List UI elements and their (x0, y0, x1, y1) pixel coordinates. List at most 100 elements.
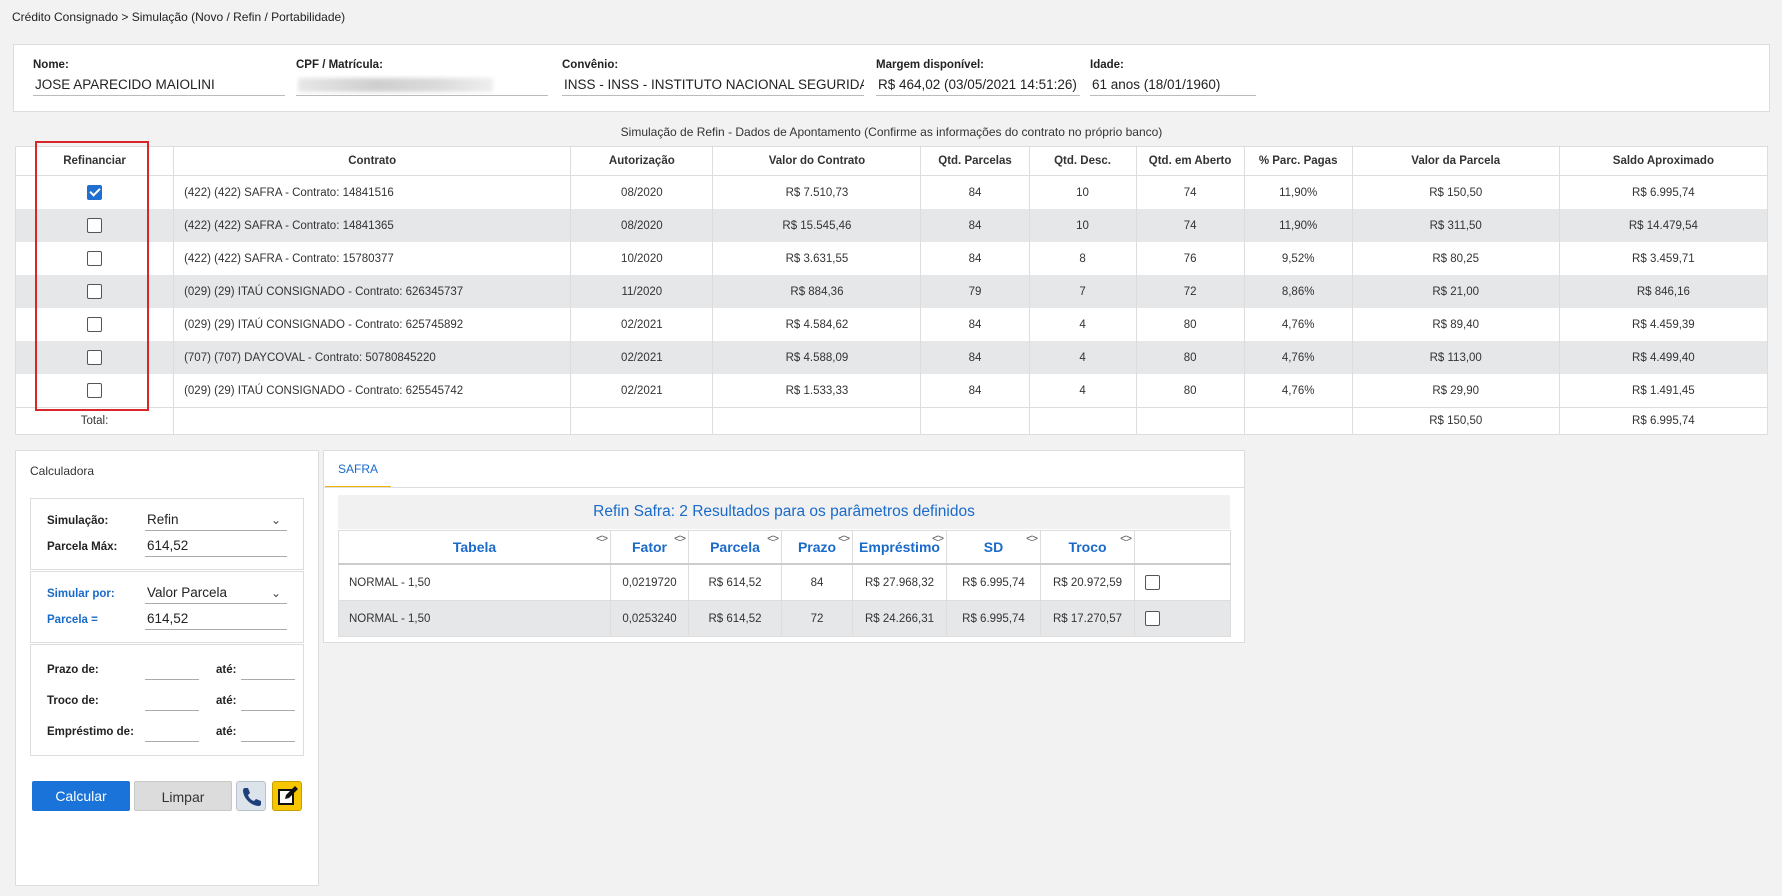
cell-contrato: (422) (422) SAFRA - Contrato: 15780377 (173, 242, 572, 275)
phone-button[interactable] (236, 781, 266, 811)
sort-icon[interactable]: <> (767, 533, 779, 545)
cell-aberto: 80 (1135, 308, 1245, 341)
col-sd[interactable]: SD <> (946, 530, 1041, 565)
cpf-value[interactable] (296, 75, 548, 96)
cpf-label: CPF / Matrícula: (296, 59, 383, 71)
emprestimo-row: Empréstimo de: até: (47, 721, 295, 745)
cell-autorizacao: 11/2020 (570, 275, 714, 308)
refinanciar-checkbox[interactable] (87, 251, 103, 266)
cell-desc: 4 (1028, 374, 1137, 408)
table-row: (422) (422) SAFRA - Contrato: 15780377 10… (14, 242, 1769, 275)
refin-header-row: Refinanciar Contrato Autorização Valor d… (14, 146, 1769, 176)
cell-parcelas: 84 (920, 308, 1030, 341)
col-refinanciar: Refinanciar (14, 146, 175, 176)
cell-contrato: (422) (422) SAFRA - Contrato: 14841516 (173, 175, 572, 209)
simulacao-select[interactable]: Refin ⌄ (145, 509, 287, 531)
tab-divider (324, 487, 1244, 488)
cell-autorizacao: 02/2021 (570, 374, 714, 408)
parcela-max-label: Parcela Máx: (47, 541, 118, 553)
sort-icon[interactable]: <> (838, 533, 850, 545)
col-troco-label: Troco (1068, 539, 1107, 555)
cell-saldo: R$ 4.459,39 (1558, 308, 1769, 341)
parcela-max-row: Parcela Máx: 614,52 (47, 535, 291, 559)
calculator-panel: Calculadora Simulação: Refin ⌄ Parcela M… (15, 450, 319, 886)
simulacao-box: Simulação: Refin ⌄ Parcela Máx: 614,52 (30, 498, 304, 570)
table-row: (029) (29) ITAÚ CONSIGNADO - Contrato: 6… (14, 308, 1769, 341)
cell-valor: R$ 884,36 (712, 275, 922, 308)
emprestimo-ate-input[interactable] (241, 721, 295, 742)
cell-pagas: 11,90% (1243, 209, 1353, 242)
total-empty (570, 407, 714, 435)
refinanciar-checkbox[interactable] (87, 218, 103, 233)
refinanciar-checkbox[interactable] (87, 185, 103, 200)
col-tabela[interactable]: Tabela <> (338, 530, 611, 565)
parcela-eq-input[interactable]: 614,52 (145, 608, 287, 630)
refinanciar-cell (14, 275, 175, 308)
margem-label: Margem disponível: (876, 59, 984, 71)
col-fator-label: Fator (632, 539, 667, 555)
refinanciar-cell (14, 341, 175, 374)
refinanciar-checkbox[interactable] (87, 383, 103, 398)
limpar-button[interactable]: Limpar (134, 781, 232, 811)
refinanciar-checkbox[interactable] (87, 284, 103, 299)
edit-button[interactable] (272, 781, 302, 811)
cell-aberto: 80 (1135, 374, 1245, 408)
sort-icon[interactable]: <> (932, 533, 944, 545)
cpf-field: CPF / Matrícula: (296, 59, 548, 96)
sort-icon[interactable]: <> (1120, 533, 1132, 545)
margem-value[interactable]: R$ 464,02 (03/05/2021 14:51:26) (876, 75, 1080, 96)
col-parc-pagas: % Parc. Pagas (1243, 146, 1353, 176)
result-cell-sd: R$ 6.995,74 (946, 600, 1041, 637)
prazo-ate-input[interactable] (241, 659, 295, 680)
table-row: (422) (422) SAFRA - Contrato: 14841516 08… (14, 175, 1769, 209)
cell-parcela: R$ 21,00 (1351, 275, 1560, 308)
col-tabela-label: Tabela (452, 539, 497, 555)
refinanciar-checkbox[interactable] (87, 317, 103, 332)
cell-parcelas: 79 (920, 275, 1030, 308)
phone-icon (243, 788, 261, 806)
prazo-de-input[interactable] (145, 659, 199, 680)
emprestimo-de-input[interactable] (145, 721, 199, 742)
result-cell-fator: 0,0253240 (610, 600, 689, 637)
col-valor-parcela: Valor da Parcela (1351, 146, 1560, 176)
col-troco[interactable]: Troco <> (1040, 530, 1135, 565)
simular-por-select[interactable]: Valor Parcela ⌄ (145, 582, 287, 604)
idade-value[interactable]: 61 anos (18/01/1960) (1090, 75, 1256, 96)
refinanciar-cell (14, 308, 175, 341)
calcular-button[interactable]: Calcular (32, 781, 130, 811)
col-emprestimo[interactable]: Empréstimo <> (852, 530, 947, 565)
nome-value[interactable]: JOSE APARECIDO MAIOLINI (33, 75, 285, 96)
table-row: (422) (422) SAFRA - Contrato: 14841365 08… (14, 209, 1769, 242)
result-row: NORMAL - 1,50 0,0219720 R$ 614,52 84 R$ 27.9… (338, 563, 1231, 601)
convenio-value[interactable]: INSS - INSS - INSTITUTO NACIONAL SEGURID… (562, 75, 864, 96)
refinanciar-checkbox[interactable] (87, 350, 103, 365)
sort-icon[interactable]: <> (674, 533, 686, 545)
cell-saldo: R$ 3.459,71 (1558, 242, 1769, 275)
result-select-checkbox[interactable] (1145, 575, 1160, 590)
col-prazo[interactable]: Prazo <> (781, 530, 853, 565)
range-box: Prazo de: até: Troco de: até: Empréstimo… (30, 644, 304, 756)
tab-safra[interactable]: SAFRA (325, 452, 391, 488)
simular-por-value: Valor Parcela (147, 585, 228, 600)
result-select-checkbox[interactable] (1145, 611, 1160, 626)
cell-aberto: 76 (1135, 242, 1245, 275)
troco-de-input[interactable] (145, 690, 199, 711)
result-cell-parcela: R$ 614,52 (688, 600, 782, 637)
parcela-max-input[interactable]: 614,52 (145, 535, 287, 557)
col-fator[interactable]: Fator <> (610, 530, 689, 565)
refinanciar-cell (14, 374, 175, 408)
col-parcela[interactable]: Parcela <> (688, 530, 782, 565)
col-qtd-parcelas: Qtd. Parcelas (920, 146, 1030, 176)
cell-parcela: R$ 311,50 (1351, 209, 1560, 242)
troco-ate-input[interactable] (241, 690, 295, 711)
col-sd-label: SD (983, 539, 1004, 555)
cell-valor: R$ 4.588,09 (712, 341, 922, 374)
cell-valor: R$ 4.584,62 (712, 308, 922, 341)
refinanciar-cell (14, 242, 175, 275)
simular-por-box: Simular por: Valor Parcela ⌄ Parcela = 6… (30, 571, 304, 643)
sort-icon[interactable]: <> (1026, 533, 1038, 545)
cell-contrato: (422) (422) SAFRA - Contrato: 14841365 (173, 209, 572, 242)
sort-icon[interactable]: <> (596, 533, 608, 545)
cell-valor: R$ 1.533,33 (712, 374, 922, 408)
cell-autorizacao: 02/2021 (570, 308, 714, 341)
